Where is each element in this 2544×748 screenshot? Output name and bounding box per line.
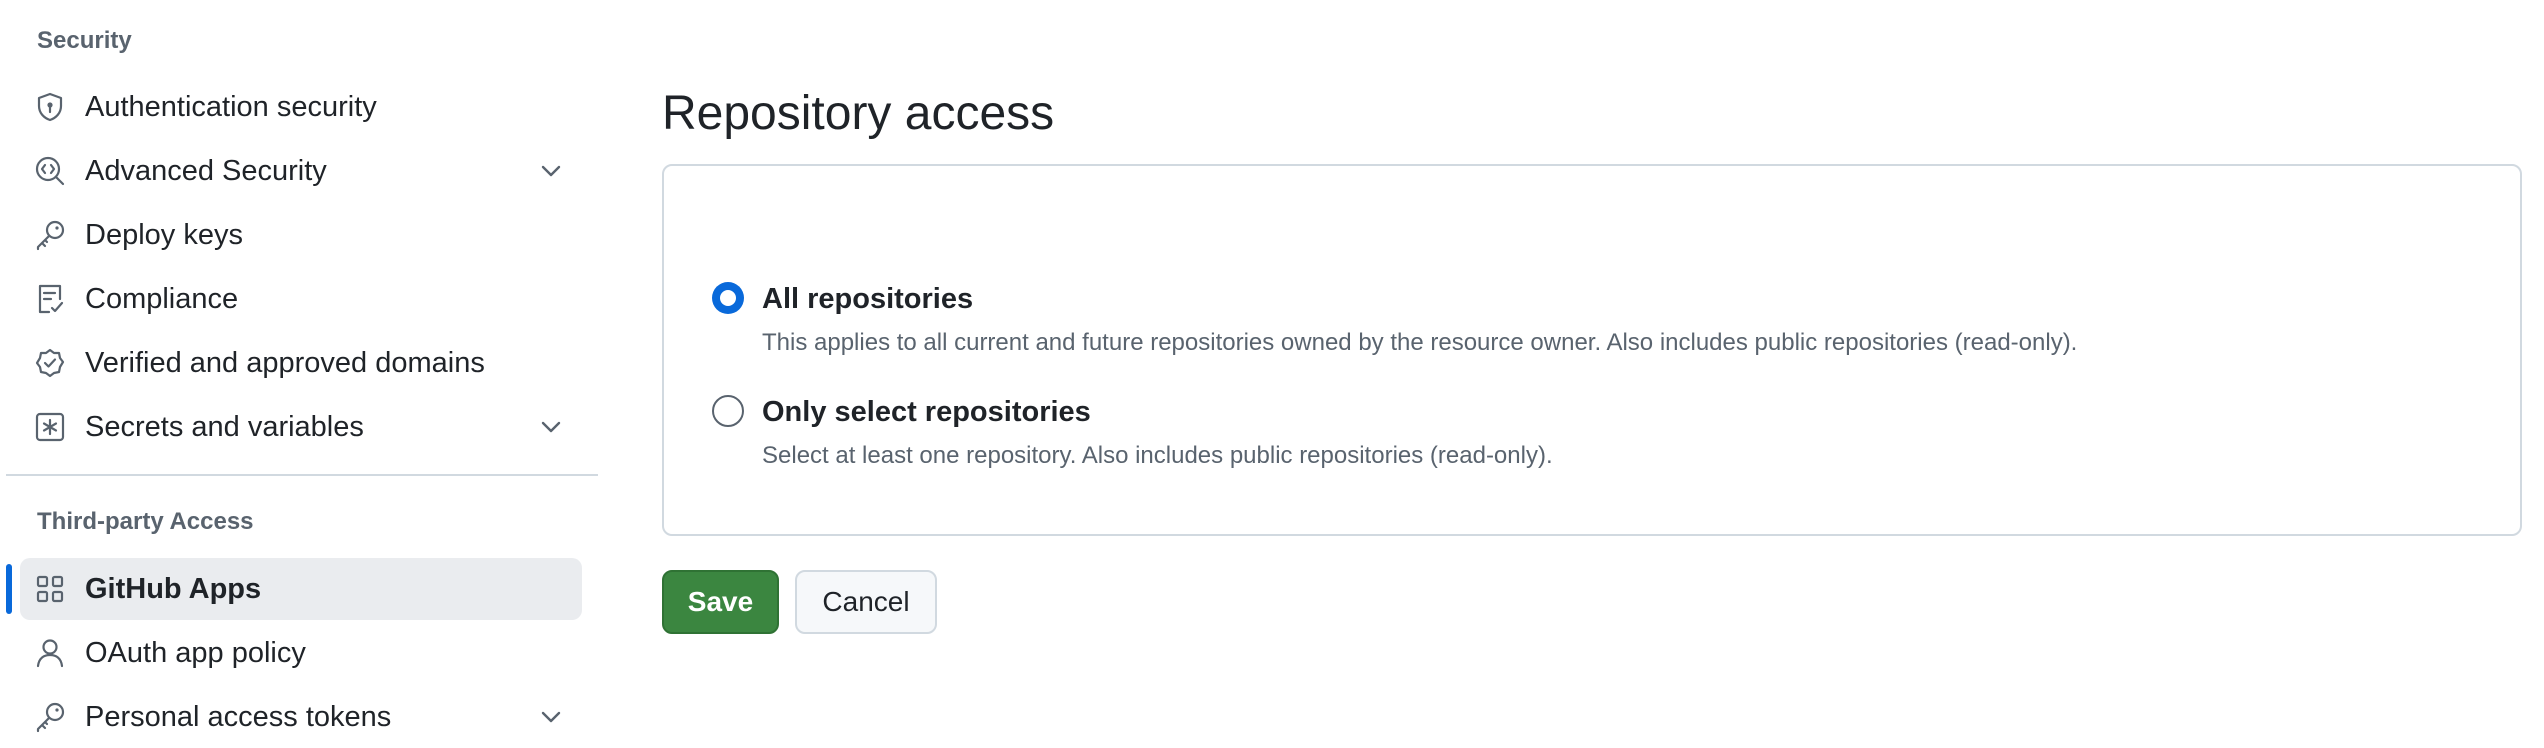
sidebar-item-compliance[interactable]: Compliance <box>20 268 582 330</box>
sidebar-item-label: Compliance <box>85 283 239 315</box>
person-icon <box>34 637 66 669</box>
save-button[interactable]: Save <box>662 570 779 634</box>
sidebar-item-secrets-and-variables[interactable]: Secrets and variables <box>20 396 582 458</box>
verified-icon <box>34 347 66 379</box>
sidebar-divider <box>6 474 598 476</box>
codescan-icon <box>34 155 66 187</box>
chevron-down-icon[interactable] <box>537 157 565 185</box>
active-indicator <box>6 564 12 614</box>
sidebar-item-oauth-app-policy[interactable]: OAuth app policy <box>20 622 582 684</box>
sidebar-item-verified-domains[interactable]: Verified and approved domains <box>20 332 582 394</box>
sidebar-item-label: Verified and approved domains <box>85 347 485 379</box>
sidebar-item-github-apps[interactable]: GitHub Apps <box>20 558 582 620</box>
chevron-down-icon[interactable] <box>537 413 565 441</box>
third-party-access-heading: Third-party Access <box>37 508 254 535</box>
sidebar-item-deploy-keys[interactable]: Deploy keys <box>20 204 582 266</box>
sidebar-item-label: Authentication security <box>85 91 377 123</box>
sidebar-item-label: Personal access tokens <box>85 701 392 733</box>
only-select-repositories-radio[interactable] <box>712 395 744 427</box>
sidebar-item-personal-access-tokens[interactable]: Personal access tokens <box>20 686 582 748</box>
sidebar-item-label: Secrets and variables <box>85 411 364 443</box>
sidebar: Security Authentication security Advance… <box>0 0 600 733</box>
sidebar-item-label: Advanced Security <box>85 155 327 187</box>
all-repositories-description: This applies to all current and future r… <box>762 329 2078 356</box>
shield-lock-icon <box>34 91 66 123</box>
sidebar-item-authentication-security[interactable]: Authentication security <box>20 76 582 138</box>
sidebar-item-advanced-security[interactable]: Advanced Security <box>20 140 582 202</box>
sidebar-item-label: OAuth app policy <box>85 637 306 669</box>
all-repositories-label[interactable]: All repositories <box>762 283 973 316</box>
page-title: Repository access <box>662 87 1055 140</box>
only-select-repositories-description: Select at least one repository. Also inc… <box>762 442 1553 469</box>
key-icon <box>34 701 66 733</box>
checklist-icon <box>34 283 66 315</box>
asterisk-icon <box>34 411 66 443</box>
sidebar-item-label: Deploy keys <box>85 219 243 251</box>
cancel-button[interactable]: Cancel <box>795 570 937 634</box>
only-select-repositories-label[interactable]: Only select repositories <box>762 396 1091 429</box>
key-icon <box>34 219 66 251</box>
security-heading: Security <box>37 27 132 54</box>
chevron-down-icon[interactable] <box>537 703 565 731</box>
apps-icon <box>34 573 66 605</box>
all-repositories-radio[interactable] <box>712 282 744 314</box>
sidebar-item-label: GitHub Apps <box>85 573 262 605</box>
